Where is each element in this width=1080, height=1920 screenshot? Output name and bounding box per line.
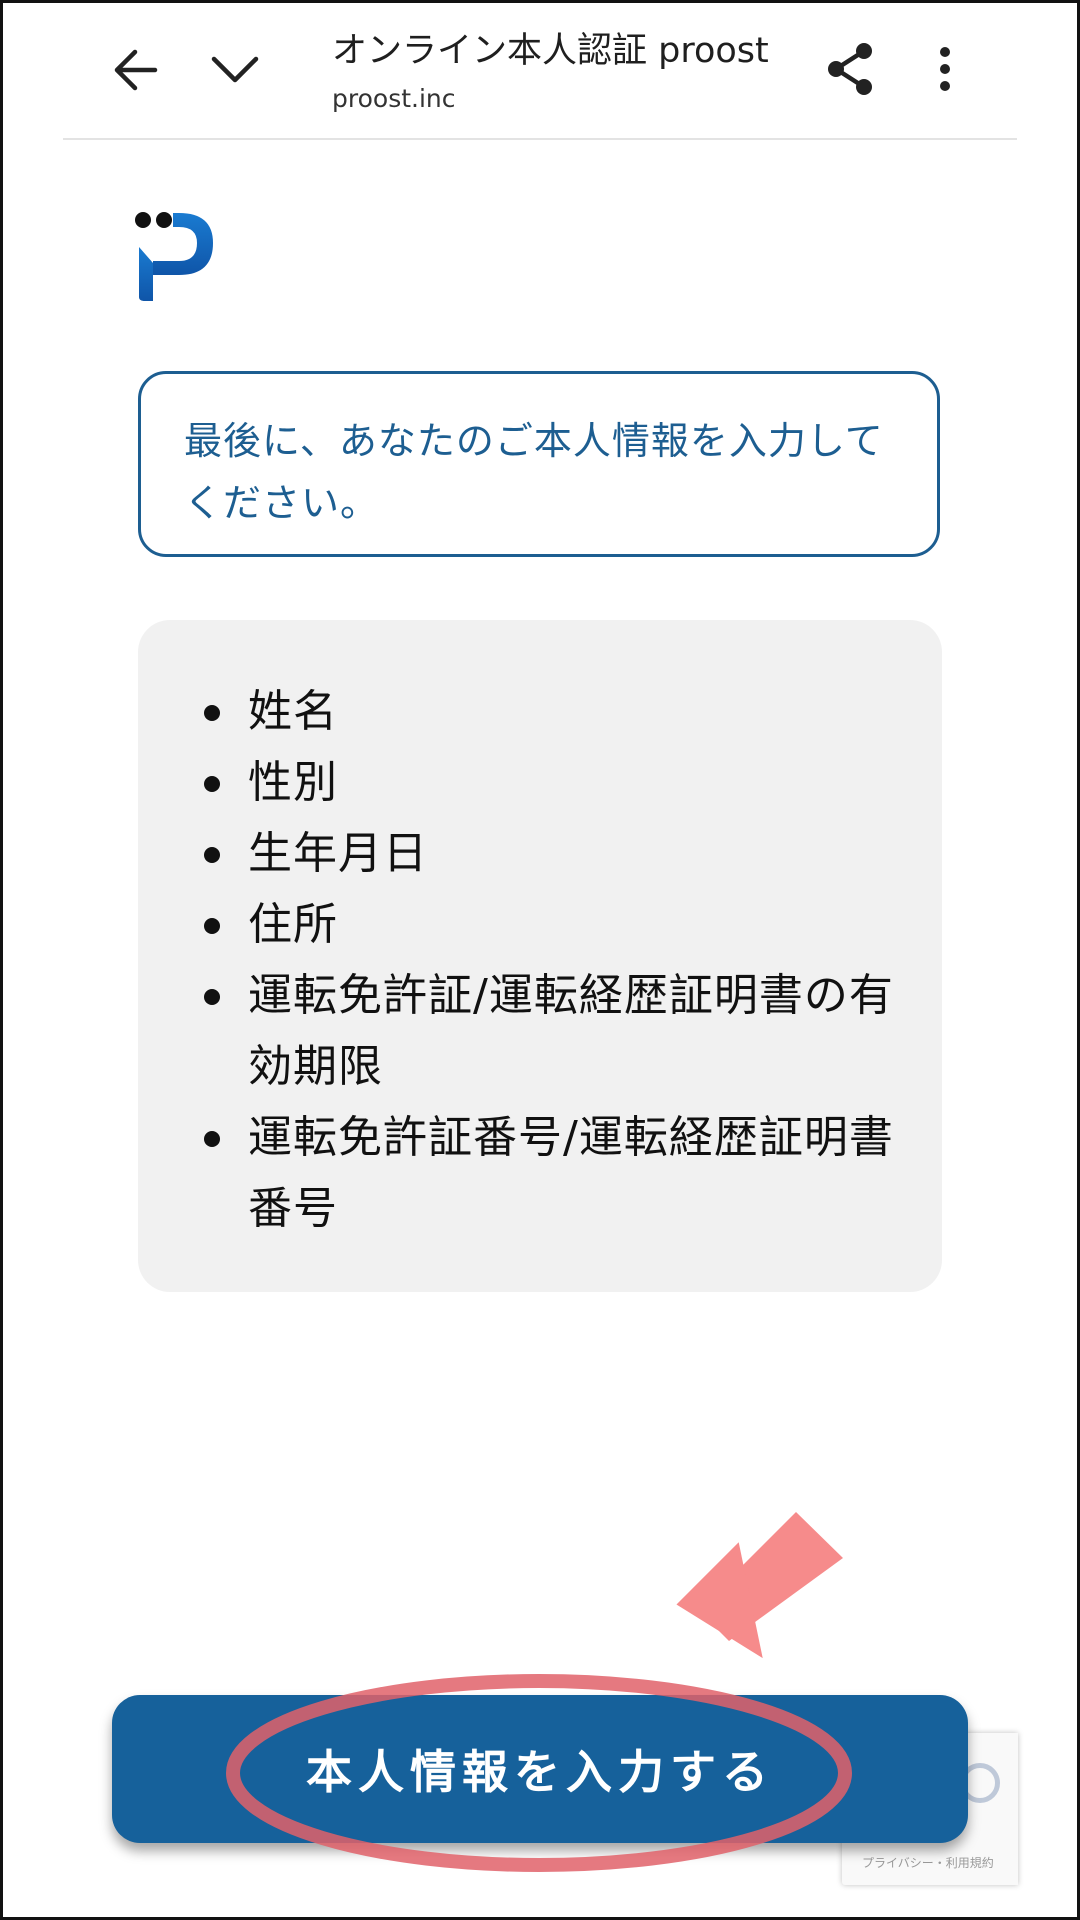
browser-top-bar: オンライン本人認証 proost proost.inc	[0, 0, 1080, 140]
list-item: 姓名	[204, 676, 912, 747]
list-item: 生年月日	[204, 818, 912, 889]
required-info-panel: 姓名 性別 生年月日 住所 運転免許証/運転経歴証明書の有効期限 運転免許証番号…	[138, 620, 942, 1292]
back-arrow-icon[interactable]	[100, 40, 170, 100]
chevron-down-icon[interactable]	[200, 40, 270, 100]
list-item: 性別	[204, 747, 912, 818]
button-label: 本人情報を入力する	[306, 1746, 774, 1798]
required-info-list: 姓名 性別 生年月日 住所 運転免許証/運転経歴証明書の有効期限 運転免許証番号…	[204, 676, 912, 1244]
page-url: proost.inc	[332, 84, 456, 113]
instruction-text: 最後に、あなたのご本人情報を入力してください。	[184, 419, 884, 525]
enter-personal-info-button[interactable]: 本人情報を入力する	[112, 1695, 968, 1843]
list-item: 運転免許証番号/運転経歴証明書番号	[204, 1102, 912, 1244]
more-vert-icon[interactable]	[915, 38, 975, 100]
recaptcha-label[interactable]: プライバシー・利用規約	[862, 1854, 994, 1871]
pointer-arrow-icon	[676, 1512, 843, 1659]
list-item: 運転免許証/運転経歴証明書の有効期限	[204, 960, 912, 1102]
instruction-box: 最後に、あなたのご本人情報を入力してください。	[138, 371, 940, 557]
share-icon[interactable]	[815, 38, 885, 100]
list-item: 住所	[204, 889, 912, 960]
page-title: オンライン本人認証 proost	[332, 31, 769, 71]
proost-logo	[135, 205, 225, 305]
top-bar-divider	[63, 138, 1017, 140]
